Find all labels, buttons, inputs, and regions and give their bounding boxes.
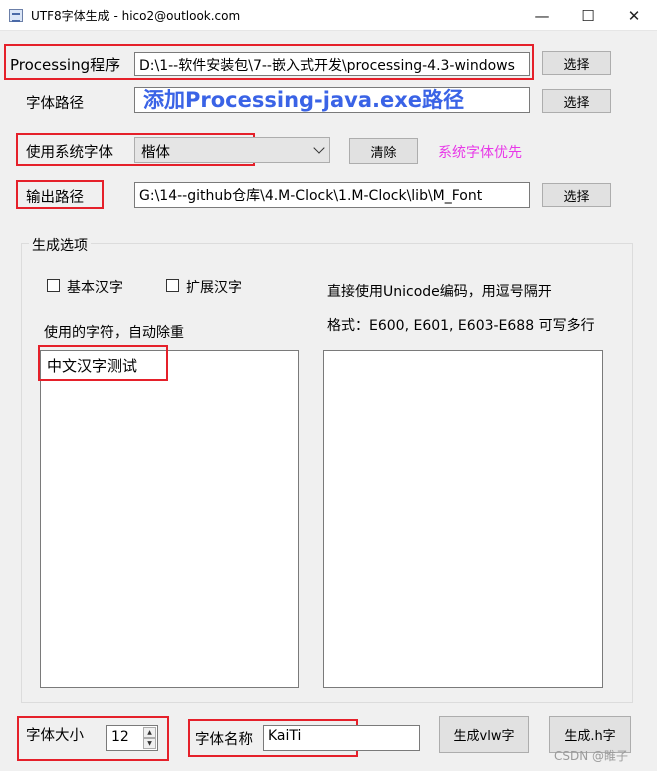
close-button[interactable]: ✕ xyxy=(611,0,657,31)
basic-hanzi-checkbox[interactable] xyxy=(47,279,60,292)
system-font-select[interactable]: 楷体 xyxy=(134,137,330,163)
extended-hanzi-checkbox[interactable] xyxy=(166,279,179,292)
font-size-value: 12 xyxy=(111,729,129,745)
chevron-down-icon: ▼ xyxy=(147,740,152,747)
group-title: 生成选项 xyxy=(29,235,91,255)
generate-vlw-button[interactable]: 生成vlw字 xyxy=(439,716,529,753)
system-font-priority-note: 系统字体优先 xyxy=(438,145,522,161)
font-path-choose-button[interactable]: 选择 xyxy=(542,89,611,113)
close-icon: ✕ xyxy=(627,6,641,25)
font-name-input[interactable]: KaiTi xyxy=(263,725,420,751)
font-size-up-button[interactable]: ▲ xyxy=(143,727,156,738)
processing-path-input[interactable]: D:\1--软件安装包\7--嵌入式开发\processing-4.3-wind… xyxy=(134,52,530,76)
unicode-textarea[interactable] xyxy=(323,350,603,688)
minimize-icon: — xyxy=(534,6,550,25)
app-icon xyxy=(9,9,23,22)
chars-value: 中文汉字测试 xyxy=(47,357,138,375)
font-path-label: 字体路径 xyxy=(26,96,84,112)
output-path-choose-button[interactable]: 选择 xyxy=(542,183,611,207)
chevron-down-icon xyxy=(313,142,325,154)
unicode-format: 格式：E600, E601, E603-E688 可写多行 xyxy=(327,318,595,334)
annotation-text: 添加Processing-java.exe路径 xyxy=(143,88,464,112)
font-size-down-button[interactable]: ▼ xyxy=(143,738,156,749)
chars-label: 使用的字符，自动除重 xyxy=(44,325,184,341)
minimize-button[interactable]: — xyxy=(519,0,565,31)
window-title: UTF8字体生成 - hico2@outlook.com xyxy=(31,9,241,23)
font-name-label: 字体名称 xyxy=(195,732,253,748)
clear-button[interactable]: 清除 xyxy=(349,138,418,164)
system-font-selected: 楷体 xyxy=(141,145,170,161)
processing-choose-button[interactable]: 选择 xyxy=(542,51,611,75)
output-path-label: 输出路径 xyxy=(26,190,84,206)
system-font-label: 使用系统字体 xyxy=(26,145,113,161)
chars-textarea[interactable] xyxy=(40,350,299,688)
basic-hanzi-label: 基本汉字 xyxy=(67,280,123,296)
processing-label: Processing程序 xyxy=(10,56,121,74)
unicode-hint: 直接使用Unicode编码，用逗号隔开 xyxy=(327,284,552,300)
font-size-label: 字体大小 xyxy=(26,728,84,744)
title-bar: UTF8字体生成 - hico2@outlook.com — ☐ ✕ xyxy=(0,0,657,31)
maximize-icon: ☐ xyxy=(581,6,595,25)
extended-hanzi-label: 扩展汉字 xyxy=(186,280,242,296)
output-path-input[interactable]: G:\14--github仓库\4.M-Clock\1.M-Clock\lib\… xyxy=(134,182,530,208)
maximize-button[interactable]: ☐ xyxy=(565,0,611,31)
chevron-up-icon: ▲ xyxy=(147,729,152,736)
watermark: CSDN @睢子 xyxy=(554,749,629,763)
